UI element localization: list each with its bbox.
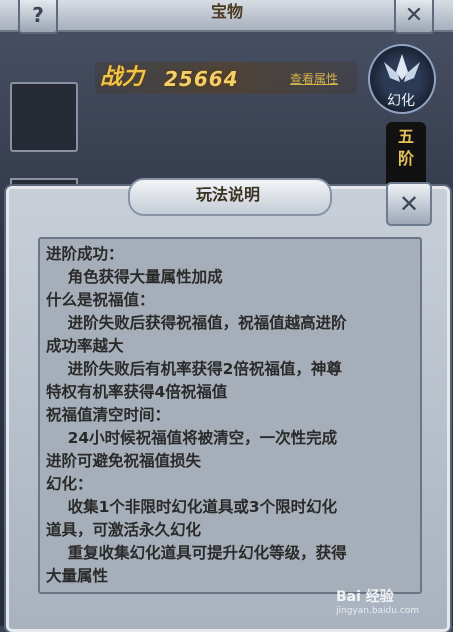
morph-label: 幻化	[387, 93, 415, 109]
dialog-close-button[interactable]: ✕	[386, 182, 432, 226]
power-label: 战力	[100, 65, 145, 90]
close-icon: ✕	[398, 190, 420, 218]
close-icon: ✕	[404, 2, 424, 28]
rank-label: 五阶	[397, 127, 414, 168]
rules-line: 收集1个非限时幻化道具或3个限时幻化	[46, 498, 338, 516]
watermark-logo: Bai 经验	[336, 589, 394, 605]
rules-line: 进阶失败后获得祝福值，祝福值越高进阶	[46, 314, 347, 332]
rules-line: 道具，可激活永久幻化	[46, 521, 202, 539]
rules-line: 角色获得大量属性加成	[46, 268, 223, 286]
lotus-icon	[384, 54, 420, 82]
rules-line: 祝福值清空时间：	[46, 406, 171, 424]
rules-line: 24小时候祝福值将被清空，一次性完成	[46, 429, 338, 447]
dialog-title: 玩法说明	[195, 185, 260, 204]
rules-line: 成功率越大	[46, 337, 124, 355]
page-title: 宝物	[210, 2, 243, 21]
watermark-url: jingyan.baidu.com	[336, 606, 420, 616]
rules-line: 幻化：	[46, 475, 93, 493]
rules-line: 大量属性	[46, 567, 109, 585]
rules-line: 什么是祝福值：	[46, 291, 155, 309]
rules-line: 重复收集幻化道具可提升幻化等级，获得	[46, 544, 347, 562]
close-button[interactable]: ✕	[394, 0, 434, 34]
rules-line: 进阶成功：	[46, 245, 124, 263]
power-value: 25664	[164, 67, 239, 91]
help-button[interactable]: ?	[18, 0, 58, 34]
rules-line: 进阶失败后有机率获得2倍祝福值，神尊	[46, 360, 342, 378]
item-slot[interactable]	[10, 82, 78, 152]
question-icon: ?	[32, 3, 44, 27]
rules-line: 特权有机率获得4倍祝福值	[46, 383, 228, 401]
view-attributes-link[interactable]: 查看属性	[290, 70, 338, 88]
rules-line: 进阶可避免祝福值损失	[46, 452, 202, 470]
